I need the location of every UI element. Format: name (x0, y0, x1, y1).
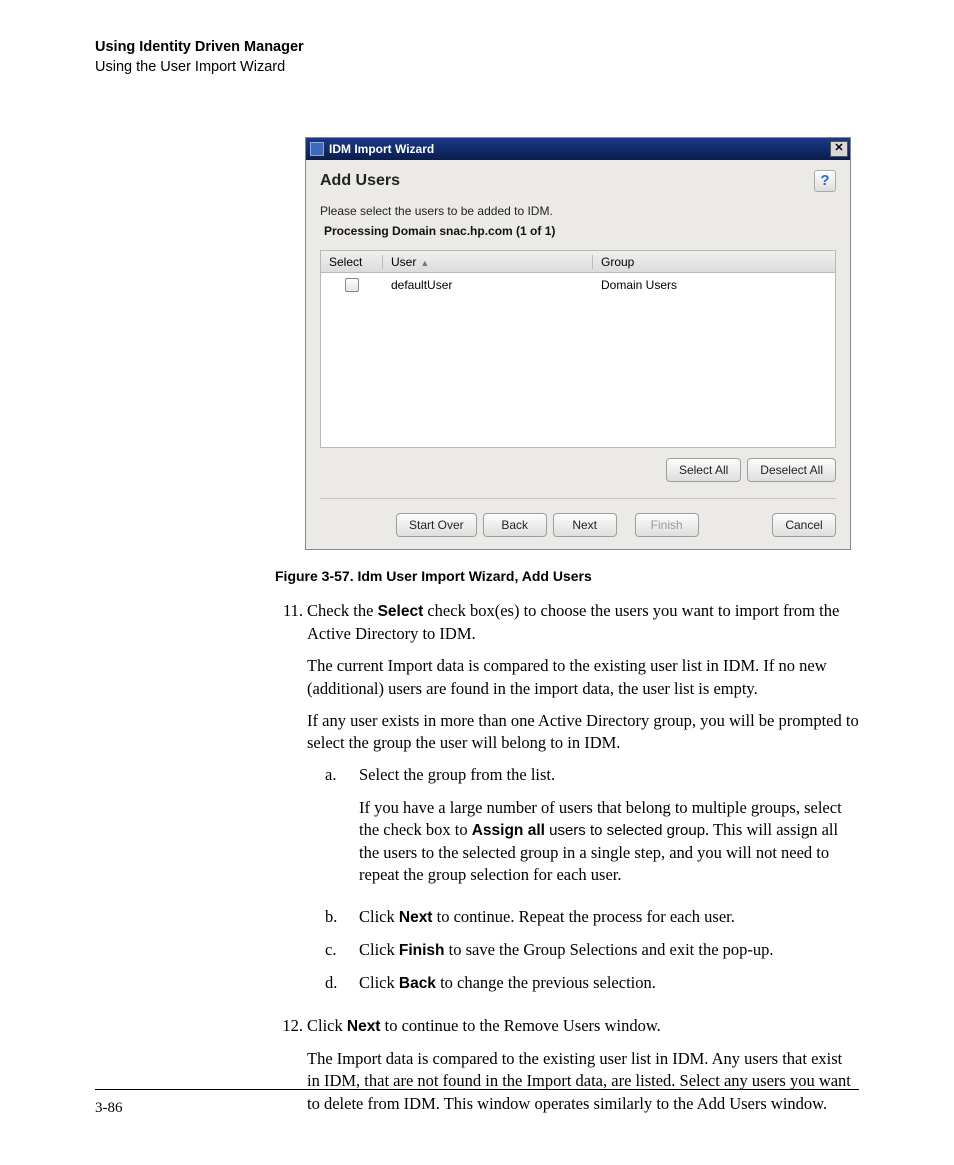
finish-button[interactable]: Finish (635, 513, 699, 537)
titlebar: IDM Import Wizard ✕ (306, 138, 850, 160)
header-title: Using Identity Driven Manager (95, 38, 859, 58)
step-number: 12. (275, 1015, 303, 1125)
close-icon[interactable]: ✕ (830, 141, 848, 157)
deselect-all-button[interactable]: Deselect All (747, 458, 836, 482)
table-empty-space (321, 297, 835, 447)
col-user[interactable]: User▲ (383, 255, 593, 269)
processing-label: Processing Domain snac.hp.com (1 of 1) (324, 224, 836, 238)
help-icon[interactable]: ? (814, 170, 836, 192)
dialog-instruction: Please select the users to be added to I… (320, 204, 836, 218)
select-all-button[interactable]: Select All (666, 458, 741, 482)
table-header-row: Select User▲ Group (321, 251, 835, 273)
row-checkbox[interactable] (345, 278, 359, 292)
app-icon (310, 142, 324, 156)
start-over-button[interactable]: Start Over (396, 513, 477, 537)
wizard-dialog: IDM Import Wizard ✕ Add Users ? Please s… (305, 137, 851, 550)
cancel-button[interactable]: Cancel (772, 513, 836, 537)
back-button[interactable]: Back (483, 513, 547, 537)
dialog-heading: Add Users (320, 172, 814, 190)
header-subtitle: Using the User Import Wizard (95, 58, 859, 78)
page-number: 3-86 (95, 1100, 123, 1117)
step-number: 11. (275, 600, 303, 1005)
table-row[interactable]: defaultUser Domain Users (321, 273, 835, 297)
cell-group: Domain Users (593, 278, 835, 292)
col-select[interactable]: Select (321, 255, 383, 269)
cell-user: defaultUser (383, 278, 593, 292)
next-button[interactable]: Next (553, 513, 617, 537)
footer-rule (95, 1089, 859, 1090)
body-content: 11. Check the Select check box(es) to ch… (275, 600, 859, 1125)
col-group[interactable]: Group (593, 255, 835, 269)
user-table: Select User▲ Group defaultUser Domain Us… (320, 250, 836, 448)
figure-caption: Figure 3-57. Idm User Import Wizard, Add… (275, 568, 859, 584)
window-title: IDM Import Wizard (329, 142, 434, 156)
page-header: Using Identity Driven Manager Using the … (95, 38, 859, 77)
sort-asc-icon: ▲ (420, 258, 429, 268)
